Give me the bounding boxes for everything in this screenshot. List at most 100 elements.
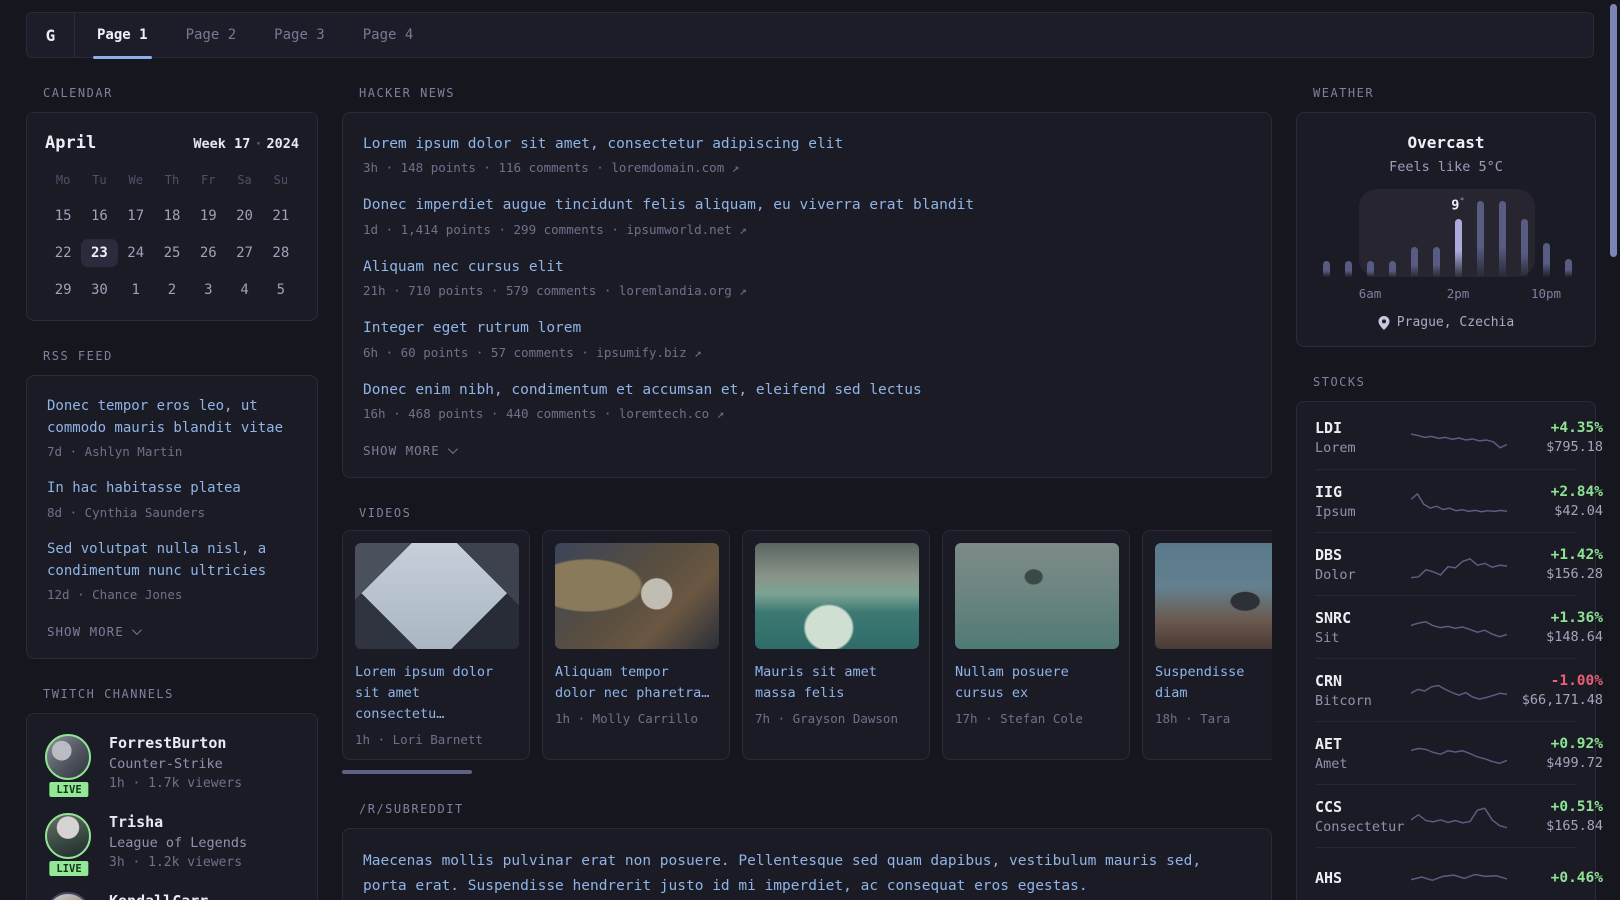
avatar[interactable]: LIVE	[45, 734, 93, 800]
live-badge: LIVE	[47, 859, 91, 879]
avatar[interactable]	[45, 892, 93, 900]
stock-symbol-link[interactable]: IIG	[1315, 483, 1411, 501]
video-thumbnail[interactable]	[1155, 543, 1272, 650]
hn-item-link[interactable]: Donec imperdiet augue tincidunt felis al…	[363, 194, 1251, 216]
hn-item-link[interactable]: Aliquam nec cursus elit	[363, 256, 1251, 278]
page-scrollbar-thumb[interactable]	[1610, 4, 1617, 257]
calendar-day[interactable]: 21	[263, 202, 299, 230]
stock-symbol-link[interactable]: AHS	[1315, 869, 1411, 887]
top-navigation-bar: G Page 1 Page 2 Page 3 Page 4	[26, 12, 1594, 59]
calendar-day[interactable]: 2	[154, 276, 190, 304]
stock-symbol-link[interactable]: SNRC	[1315, 609, 1411, 627]
hn-item-meta: 16h · 468 points · 440 comments · loremt…	[363, 406, 725, 422]
video-title-link[interactable]: Lorem ipsum dolor sit amet consectetu…	[355, 662, 517, 725]
current-temperature-label: 9°	[1451, 196, 1465, 214]
tab-page-4[interactable]: Page 4	[363, 13, 414, 57]
video-meta: 1h · Lori Barnett	[355, 732, 483, 748]
twitch-channel-row: LIVE Trisha League of Legends 3h · 1.2k …	[45, 813, 299, 879]
stock-symbol-link[interactable]: CRN	[1315, 672, 1411, 690]
calendar-day[interactable]: 28	[263, 239, 299, 267]
channel-avatar-image	[45, 813, 91, 860]
calendar-day[interactable]: 24	[118, 239, 154, 267]
rss-item-link[interactable]: Donec tempor eros leo, ut commodo mauris…	[47, 396, 297, 439]
stock-change-percent: +1.42%	[1550, 546, 1603, 563]
stock-symbol-link[interactable]: CCS	[1315, 798, 1411, 816]
stocks-section-title: STOCKS	[1313, 375, 1366, 389]
weekday-header: We	[128, 173, 143, 187]
stock-sparkline-chart	[1411, 672, 1507, 708]
stock-symbol-link[interactable]: AET	[1315, 735, 1411, 753]
time-axis-label: 6am	[1358, 286, 1382, 301]
avatar[interactable]: LIVE	[45, 813, 93, 879]
stock-price: $148.64	[1546, 628, 1603, 645]
hn-item: Integer eget rutrum lorem 6h · 60 points…	[363, 317, 1251, 359]
calendar-day[interactable]: 19	[190, 202, 226, 230]
channel-name-link[interactable]: KendallCarr	[109, 892, 208, 900]
hn-item-link[interactable]: Donec enim nibh, condimentum et accumsan…	[363, 379, 1251, 401]
calendar-day[interactable]: 3	[190, 276, 226, 304]
calendar-day[interactable]: 5	[263, 276, 299, 304]
weather-section: WEATHER Overcast Feels like 5°C 9° 6am 2pm…	[1296, 86, 1596, 347]
stock-symbol-link[interactable]: LDI	[1315, 419, 1411, 437]
calendar-day[interactable]: 20	[226, 202, 262, 230]
stock-price: $795.18	[1546, 439, 1603, 455]
stocks-widget: LDI Lorem +4.35% $795.18 IIG Ipsum +2.84% $42.0…	[1296, 401, 1603, 900]
calendar-day[interactable]: 30	[81, 276, 117, 304]
calendar-day[interactable]: 27	[226, 239, 262, 267]
calendar-day[interactable]: 25	[154, 239, 190, 267]
video-title-link[interactable]: Mauris sit amet massa felis	[755, 662, 917, 704]
stock-sparkline-chart	[1411, 546, 1507, 582]
video-title-link[interactable]: Aliquam tempor dolor nec pharetra…	[555, 662, 717, 704]
calendar-day[interactable]: 17	[118, 202, 154, 230]
video-thumbnail[interactable]	[955, 543, 1119, 650]
video-title-link[interactable]: Nullam posuere cursus ex	[955, 662, 1117, 704]
stock-row: DBS Dolor +1.42% $156.28	[1315, 532, 1603, 595]
video-thumbnail[interactable]	[555, 543, 719, 650]
hn-item-link[interactable]: Integer eget rutrum lorem	[363, 317, 1251, 339]
calendar-day[interactable]: 16	[81, 202, 117, 230]
weekday-header: Su	[273, 173, 289, 187]
video-meta: 1h · Molly Carrillo	[555, 711, 698, 727]
hn-item-link[interactable]: Lorem ipsum dolor sit amet, consectetur …	[363, 133, 1251, 155]
rss-show-more-button[interactable]: SHOW MORE	[47, 624, 142, 639]
weather-location[interactable]: Prague, Czechia	[1315, 315, 1577, 330]
calendar-day[interactable]: 15	[45, 202, 81, 230]
tab-page-1[interactable]: Page 1	[93, 13, 152, 59]
dashboard-page: G Page 1 Page 2 Page 3 Page 4 CALENDAR A…	[0, 0, 1620, 900]
tab-page-3[interactable]: Page 3	[274, 13, 325, 57]
calendar-day[interactable]: 22	[45, 239, 81, 267]
calendar-day[interactable]: 26	[190, 239, 226, 267]
rss-item-meta: 7d · Ashlyn Martin	[47, 444, 183, 460]
weekday-header: Sa	[237, 173, 252, 187]
reddit-post-link[interactable]: Maecenas mollis pulvinar erat non posuer…	[363, 849, 1243, 900]
calendar-day[interactable]: 1	[118, 276, 154, 304]
tab-page-2[interactable]: Page 2	[186, 13, 237, 57]
carousel-scrollbar-thumb[interactable]	[342, 770, 472, 775]
hackernews-section-title: HACKER NEWS	[359, 86, 455, 100]
weather-condition: Overcast	[1407, 133, 1485, 152]
hn-item-meta: 6h · 60 points · 57 comments · ipsumify.…	[363, 344, 702, 360]
video-title-link[interactable]: Suspendisse diam	[1155, 662, 1272, 704]
video-thumbnail[interactable]	[755, 543, 919, 650]
stock-change-percent: +1.36%	[1550, 609, 1603, 626]
calendar-day[interactable]: 29	[45, 276, 81, 304]
channel-name-link[interactable]: ForrestBurton	[109, 734, 242, 752]
rss-item-link[interactable]: In hac habitasse platea	[47, 478, 297, 500]
weather-bar	[1366, 261, 1374, 277]
calendar-day-selected[interactable]: 23	[81, 239, 118, 267]
stock-symbol-link[interactable]: DBS	[1315, 546, 1411, 564]
app-logo[interactable]: G	[27, 13, 75, 57]
hn-show-more-button[interactable]: SHOW MORE	[363, 443, 458, 458]
rss-item-link[interactable]: Sed volutpat nulla nisl, a condimentum n…	[47, 539, 297, 582]
weather-bar	[1498, 201, 1506, 277]
weather-widget: Overcast Feels like 5°C 9° 6am 2pm 10pm Pra…	[1296, 112, 1596, 347]
channel-name-link[interactable]: Trisha	[109, 813, 247, 831]
video-card: Lorem ipsum dolor sit amet consectetu… 1…	[342, 530, 530, 761]
rss-item: In hac habitasse platea 8d · Cynthia Sau…	[47, 478, 297, 520]
weather-bar	[1432, 247, 1440, 277]
calendar-day[interactable]: 18	[154, 202, 190, 230]
calendar-day[interactable]: 4	[226, 276, 262, 304]
channel-meta: 1h · 1.7k viewers	[109, 776, 243, 792]
video-thumbnail[interactable]	[355, 543, 519, 650]
video-card: Suspendisse diam 18h · Tara	[1142, 530, 1272, 761]
